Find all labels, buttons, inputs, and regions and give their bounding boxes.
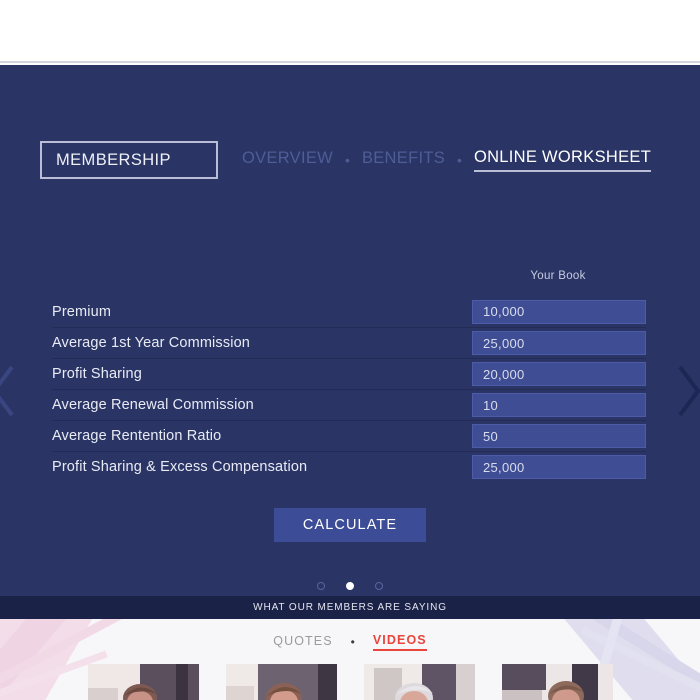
input-profit-sharing-excess-comp[interactable]: 25,000: [472, 455, 646, 479]
input-avg-first-year-commission[interactable]: 25,000: [472, 331, 646, 355]
calculate-button-wrap: CALCULATE: [0, 508, 700, 542]
input-avg-renewal-commission[interactable]: 10: [472, 393, 646, 417]
tab-quotes[interactable]: QUOTES: [273, 634, 332, 650]
testimonial-tabs: QUOTES • VIDEOS: [0, 633, 700, 651]
worksheet-rows: Premium 10,000 Average 1st Year Commissi…: [52, 296, 646, 482]
input-avg-first-year-commission-value: 25,000: [483, 335, 525, 351]
input-profit-sharing-excess-comp-value: 25,000: [483, 459, 525, 475]
carousel-prev-arrow[interactable]: [0, 361, 20, 421]
video-thumbnail-4[interactable]: [501, 664, 613, 700]
nav-separator-dot-2: •: [457, 152, 462, 168]
row-label-premium: Premium: [52, 303, 112, 320]
carousel-dot-3[interactable]: [375, 582, 383, 590]
input-avg-retention-ratio-value: 50: [483, 428, 499, 444]
nav-link-benefits[interactable]: BENEFITS: [362, 149, 445, 171]
nav-link-online-worksheet[interactable]: ONLINE WORKSHEET: [473, 148, 652, 172]
worksheet-row: Average Rentention Ratio 50: [52, 420, 646, 451]
membership-hero-panel: MEMBERSHIP OVERVIEW • BENEFITS • ONLINE …: [0, 65, 700, 596]
nav-links: OVERVIEW • BENEFITS • ONLINE WORKSHEET: [242, 148, 652, 172]
worksheet-row: Premium 10,000: [52, 296, 646, 327]
row-label-avg-retention-ratio: Average Rentention Ratio: [52, 428, 222, 444]
video-thumbnail-1[interactable]: [87, 664, 199, 700]
carousel-dot-1[interactable]: [317, 582, 325, 590]
testimonial-tab-separator-dot: •: [350, 635, 355, 649]
testimonials-heading: WHAT OUR MEMBERS ARE SAYING: [253, 602, 447, 613]
worksheet-row: Average Renewal Commission 10: [52, 389, 646, 420]
row-label-profit-sharing: Profit Sharing: [52, 366, 142, 382]
calculate-button[interactable]: CALCULATE: [274, 508, 426, 542]
input-premium[interactable]: 10,000: [472, 299, 646, 324]
input-profit-sharing-value: 20,000: [483, 366, 525, 382]
input-profit-sharing[interactable]: 20,000: [472, 362, 646, 386]
video-thumbnail-3[interactable]: [363, 664, 475, 700]
worksheet-row: Profit Sharing 20,000: [52, 358, 646, 389]
carousel-dot-2[interactable]: [346, 582, 354, 590]
membership-tab-label: MEMBERSHIP: [56, 150, 171, 169]
worksheet-row: Average 1st Year Commission 25,000: [52, 327, 646, 358]
carousel-next-arrow[interactable]: [672, 361, 700, 421]
nav-link-overview[interactable]: OVERVIEW: [242, 149, 333, 171]
worksheet-column-header: Your Book: [530, 270, 586, 282]
testimonials-heading-bar: WHAT OUR MEMBERS ARE SAYING: [0, 596, 700, 619]
membership-nav: MEMBERSHIP OVERVIEW • BENEFITS • ONLINE …: [0, 135, 700, 185]
row-label-avg-first-year-commission: Average 1st Year Commission: [52, 335, 251, 351]
nav-separator-dot-1: •: [345, 152, 350, 168]
membership-tab-button[interactable]: MEMBERSHIP: [40, 141, 218, 179]
worksheet-row: Profit Sharing & Excess Compensation 25,…: [52, 451, 646, 482]
row-label-profit-sharing-excess-comp: Profit Sharing & Excess Compensation: [52, 459, 308, 475]
page-top-white-strip: [0, 0, 700, 63]
input-avg-retention-ratio[interactable]: 50: [472, 424, 646, 448]
row-label-avg-renewal-commission: Average Renewal Commission: [52, 397, 254, 413]
video-thumbnail-list: [0, 664, 700, 700]
input-premium-value: 10,000: [483, 304, 525, 319]
tab-videos[interactable]: VIDEOS: [372, 633, 427, 651]
video-thumbnail-2[interactable]: [225, 664, 337, 700]
input-avg-renewal-commission-value: 10: [483, 397, 499, 413]
testimonials-section: QUOTES • VIDEOS: [0, 619, 700, 700]
carousel-dots: [0, 582, 700, 590]
